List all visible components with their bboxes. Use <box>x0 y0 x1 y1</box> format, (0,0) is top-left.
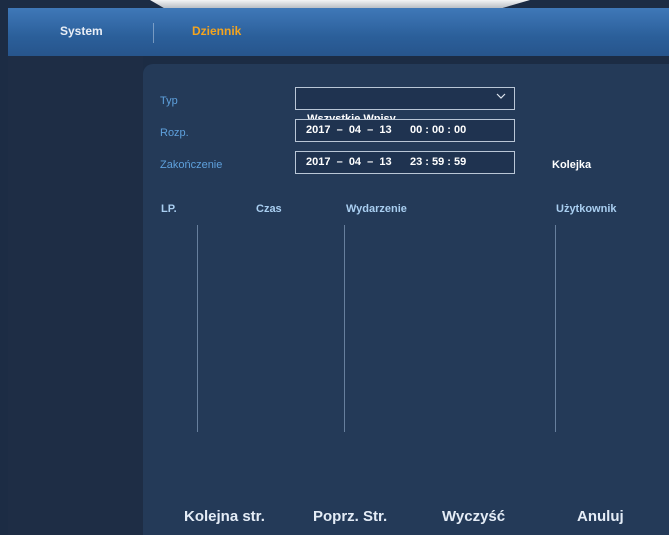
column-divider <box>555 225 556 432</box>
start-datetime-field[interactable]: 2017 – 04 – 13 00 : 00 : 00 <box>295 119 515 142</box>
clear-button[interactable]: Wyczyść <box>442 508 505 525</box>
previous-page-button[interactable]: Poprz. Str. <box>313 508 387 525</box>
chevron-down-icon <box>496 93 506 99</box>
column-header-czas: Czas <box>256 203 282 215</box>
left-side-panel <box>8 56 143 535</box>
end-label: Zakończenie <box>160 159 223 171</box>
start-label: Rozp. <box>160 127 189 139</box>
column-header-lp: LP. <box>161 203 177 215</box>
column-divider <box>197 225 198 432</box>
top-menu-bar: System Dziennik <box>8 8 669 56</box>
queue-button[interactable]: Kolejka <box>552 159 591 171</box>
tab-system[interactable]: System <box>60 24 103 38</box>
column-header-uzytkownik: Użytkownik <box>556 203 617 215</box>
type-dropdown[interactable]: Wszystkie Wpisy <box>295 87 515 125</box>
cancel-button[interactable]: Anuluj <box>577 508 624 525</box>
tab-dziennik[interactable]: Dziennik <box>192 24 241 38</box>
type-label: Typ <box>160 95 178 107</box>
column-header-wydarzenie: Wydarzenie <box>346 203 407 215</box>
column-divider <box>344 225 345 432</box>
tab-separator <box>153 23 154 43</box>
end-datetime-field[interactable]: 2017 – 04 – 13 23 : 59 : 59 <box>295 151 515 174</box>
next-page-button[interactable]: Kolejna str. <box>184 508 265 525</box>
